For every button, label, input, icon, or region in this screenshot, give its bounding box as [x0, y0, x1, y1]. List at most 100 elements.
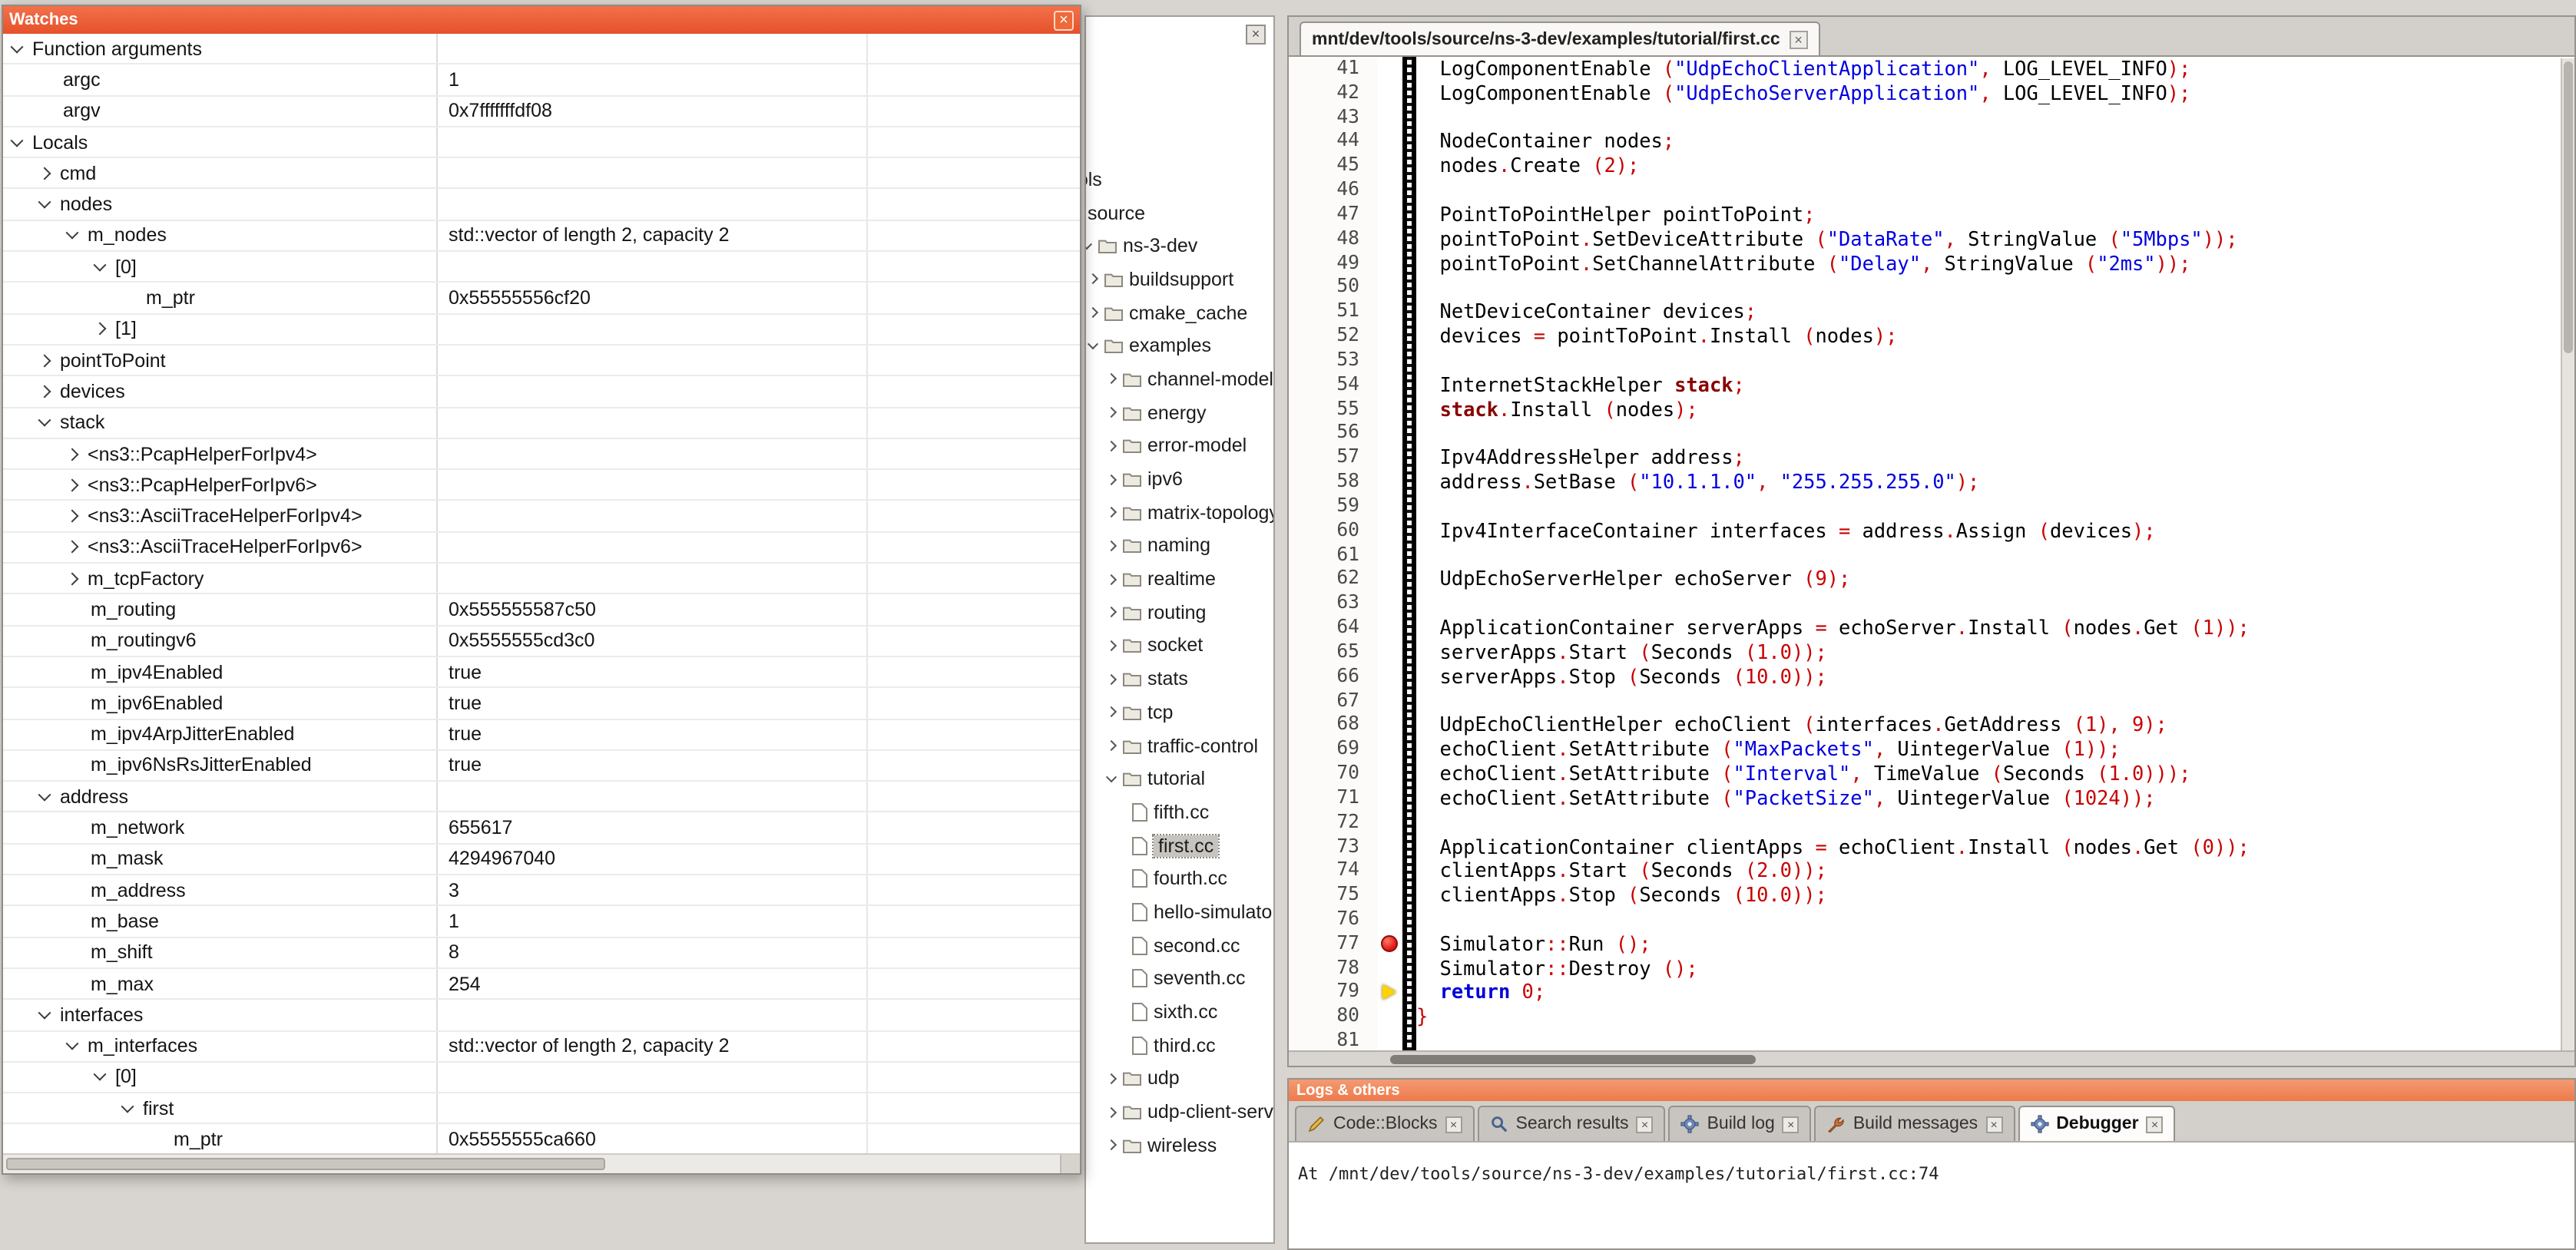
breakpoint-margin[interactable]: [1378, 543, 1402, 567]
breakpoint-margin[interactable]: [1378, 883, 1402, 908]
code-line[interactable]: 61: [1289, 543, 2574, 567]
code-line[interactable]: 81: [1289, 1029, 2574, 1050]
collapse-icon[interactable]: [94, 258, 107, 271]
tree-item[interactable]: cmake_cache: [1086, 296, 1273, 329]
code-line[interactable]: 56: [1289, 422, 2574, 446]
tree-item[interactable]: error-model: [1086, 429, 1273, 462]
expand-icon[interactable]: [66, 448, 79, 461]
tab-close-icon[interactable]: ×: [1783, 1116, 1800, 1133]
tree-item[interactable]: ipv6: [1086, 462, 1273, 495]
breakpoint-margin[interactable]: [1378, 762, 1402, 786]
expand-icon[interactable]: [1106, 441, 1117, 451]
expand-icon[interactable]: [66, 572, 79, 585]
collapse-icon[interactable]: [121, 1100, 134, 1113]
tree-item[interactable]: hello-simulator.cc: [1086, 895, 1273, 928]
watch-row[interactable]: m_ptr0x55555556cf20: [3, 283, 1080, 315]
watch-row[interactable]: argv0x7fffffffdf08: [3, 96, 1080, 127]
collapse-icon[interactable]: [38, 1006, 51, 1019]
code-line[interactable]: 66 serverApps.Stop (Seconds (10.0));: [1289, 664, 2574, 689]
expand-icon[interactable]: [1106, 607, 1117, 617]
code-line[interactable]: 51 NetDeviceContainer devices;: [1289, 300, 2574, 325]
code-line[interactable]: 75 clientApps.Stop (Seconds (10.0));: [1289, 883, 2574, 908]
breakpoint-margin[interactable]: [1378, 130, 1402, 154]
breakpoint-margin[interactable]: [1378, 154, 1402, 179]
code-line[interactable]: 76: [1289, 908, 2574, 932]
watches-titlebar[interactable]: Watches ×: [3, 6, 1080, 34]
expand-icon[interactable]: [38, 385, 51, 398]
collapse-icon[interactable]: [38, 788, 51, 801]
watch-row[interactable]: Function arguments: [3, 34, 1080, 65]
watch-row[interactable]: first: [3, 1093, 1080, 1125]
tree-item[interactable]: seventh.cc: [1086, 962, 1273, 995]
tab-close-icon[interactable]: ×: [1445, 1116, 1462, 1133]
code-line[interactable]: 72: [1289, 810, 2574, 835]
watch-row[interactable]: m_mask4294967040: [3, 844, 1080, 875]
tab-close-icon[interactable]: ×: [1637, 1116, 1654, 1133]
expand-icon[interactable]: [1106, 740, 1117, 751]
code-line[interactable]: 54 InternetStackHelper stack;: [1289, 373, 2574, 398]
watch-row[interactable]: argc1: [3, 65, 1080, 97]
code-line[interactable]: 71 echoClient.SetAttribute ("PacketSize"…: [1289, 786, 2574, 811]
breakpoint-margin[interactable]: [1378, 397, 1402, 422]
code-line[interactable]: 42 LogComponentEnable ("UdpEchoServerApp…: [1289, 81, 2574, 106]
watch-row[interactable]: [0]: [3, 1063, 1080, 1094]
breakpoint-margin[interactable]: [1378, 276, 1402, 300]
files-panel-close-button[interactable]: ×: [1246, 25, 1266, 45]
scrollbar-thumb[interactable]: [1390, 1055, 1756, 1064]
expand-icon[interactable]: [1106, 1073, 1117, 1084]
expand-icon[interactable]: [66, 510, 79, 523]
watch-row[interactable]: Locals: [3, 127, 1080, 159]
expand-icon[interactable]: [1106, 1106, 1117, 1117]
tree-item[interactable]: wireless: [1086, 1129, 1273, 1162]
watch-row[interactable]: m_ipv6NsRsJitterEnabledtrue: [3, 751, 1080, 782]
watch-row[interactable]: m_routing0x555555587c50: [3, 595, 1080, 627]
watch-row[interactable]: address: [3, 782, 1080, 813]
breakpoint-margin[interactable]: [1378, 227, 1402, 252]
tab-search-results[interactable]: Search results×: [1478, 1106, 1666, 1141]
watch-row[interactable]: m_ptr0x5555555ca660: [3, 1125, 1080, 1153]
code-line[interactable]: 50: [1289, 276, 2574, 300]
tree-item[interactable]: source: [1086, 196, 1273, 229]
breakpoint-margin[interactable]: [1378, 57, 1402, 81]
code-line[interactable]: 79 return 0;: [1289, 980, 2574, 1005]
code-line[interactable]: 49 pointToPoint.SetChannelAttribute ("De…: [1289, 251, 2574, 276]
breakpoint-margin[interactable]: [1378, 324, 1402, 349]
breakpoint-margin[interactable]: [1378, 446, 1402, 471]
watch-row[interactable]: [0]: [3, 252, 1080, 283]
watch-row[interactable]: m_tcpFactory: [3, 564, 1080, 595]
collapse-icon[interactable]: [94, 1069, 107, 1082]
tab-debugger[interactable]: Debugger×: [2018, 1106, 2175, 1141]
breakpoint-margin[interactable]: [1378, 859, 1402, 884]
watch-row[interactable]: m_nodesstd::vector of length 2, capacity…: [3, 221, 1080, 253]
breakpoint-margin[interactable]: [1378, 956, 1402, 980]
tree-item[interactable]: stats: [1086, 663, 1273, 696]
breakpoint-icon[interactable]: [1381, 935, 1398, 952]
breakpoint-margin[interactable]: [1378, 81, 1402, 106]
breakpoint-margin[interactable]: [1378, 689, 1402, 713]
watch-row[interactable]: m_network655617: [3, 813, 1080, 845]
code-line[interactable]: 68 UdpEchoClientHelper echoClient (inter…: [1289, 713, 2574, 738]
breakpoint-margin[interactable]: [1378, 422, 1402, 446]
watches-horizontal-scrollbar[interactable]: [3, 1153, 1080, 1173]
code-line[interactable]: 73 ApplicationContainer clientApps = ech…: [1289, 835, 2574, 859]
code-line[interactable]: 63: [1289, 591, 2574, 616]
code-line[interactable]: 57 Ipv4AddressHelper address;: [1289, 446, 2574, 471]
code-line[interactable]: 46: [1289, 178, 2574, 203]
breakpoint-margin[interactable]: [1378, 470, 1402, 494]
tree-item[interactable]: tools: [1086, 163, 1273, 196]
breakpoint-margin[interactable]: [1378, 713, 1402, 738]
expand-icon[interactable]: [38, 167, 51, 180]
code-line[interactable]: 44 NodeContainer nodes;: [1289, 130, 2574, 154]
code-line[interactable]: 67: [1289, 689, 2574, 713]
scrollbar-thumb[interactable]: [2564, 61, 2573, 353]
watch-row[interactable]: devices: [3, 377, 1080, 408]
watch-row[interactable]: interfaces: [3, 1000, 1080, 1031]
watch-row[interactable]: <ns3::AsciiTraceHelperForIpv4>: [3, 501, 1080, 533]
tree-item[interactable]: tcp: [1086, 696, 1273, 729]
tab-close-icon[interactable]: ×: [1985, 1116, 2002, 1133]
breakpoint-margin[interactable]: [1378, 616, 1402, 640]
code-line[interactable]: 47 PointToPointHelper pointToPoint;: [1289, 203, 2574, 227]
code-line[interactable]: 74 clientApps.Start (Seconds (2.0));: [1289, 859, 2574, 884]
collapse-icon[interactable]: [38, 414, 51, 427]
code-line[interactable]: 59: [1289, 494, 2574, 519]
